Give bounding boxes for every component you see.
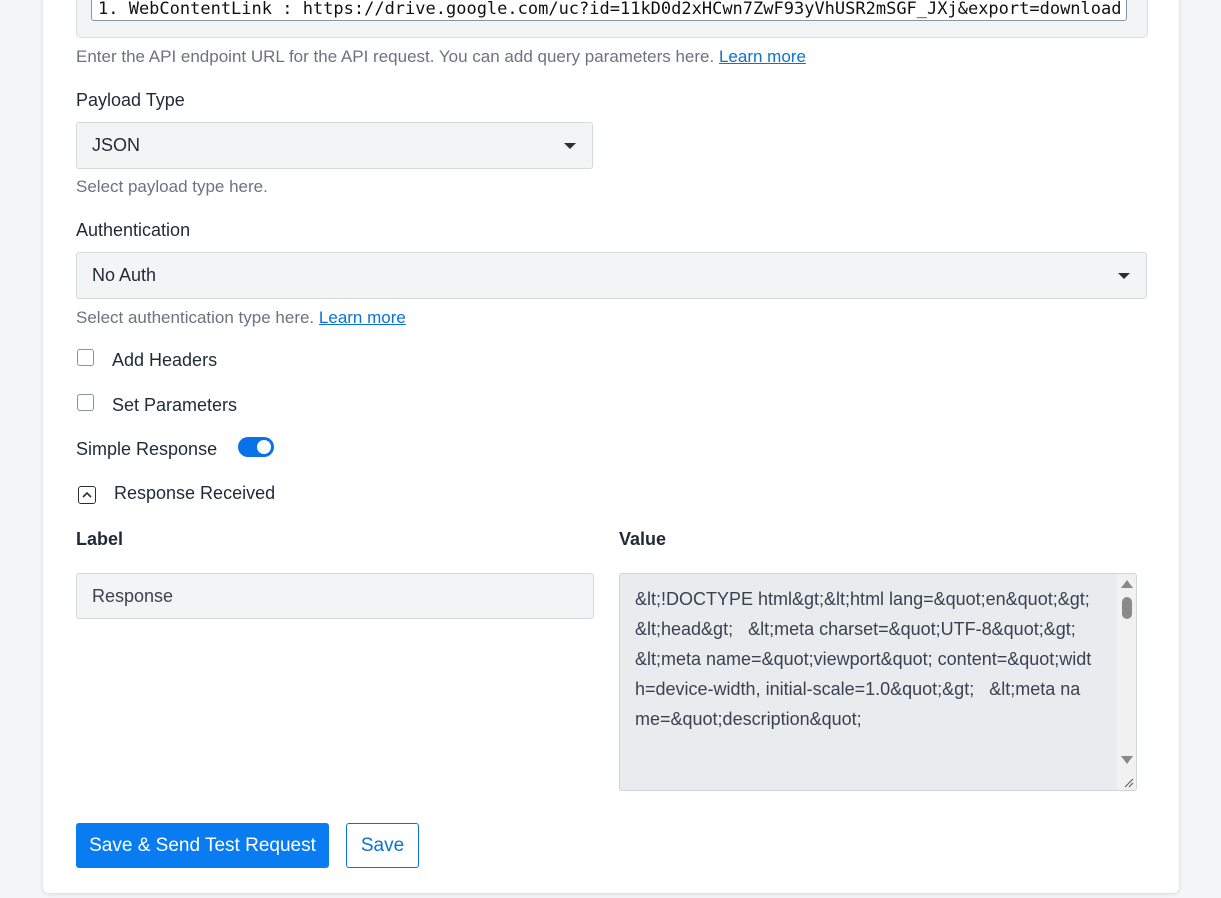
api-url-help: Enter the API endpoint URL for the API r… [76,47,806,67]
textarea-scrollbar[interactable] [1117,574,1136,790]
chevron-down-icon [564,143,576,149]
authentication-learn-more-link[interactable]: Learn more [319,308,406,327]
payload-type-label: Payload Type [76,90,185,110]
scroll-down-arrow-icon[interactable] [1121,756,1133,764]
authentication-label: Authentication [76,220,191,240]
set-parameters-checkbox[interactable] [77,394,94,411]
authentication-help-text: Select authentication type here. [76,308,315,327]
save-button[interactable]: Save [346,823,419,868]
authentication-help: Select authentication type here. Learn m… [76,308,406,328]
webhook-settings-card: 1. WebContentLink : https://drive.google… [43,0,1179,893]
add-headers-label: Add Headers [112,350,218,370]
simple-response-label: Simple Response [76,439,218,459]
collapse-response-button[interactable] [78,486,96,504]
simple-response-toggle[interactable] [238,437,274,457]
label-column-header: Label [76,529,124,549]
api-url-learn-more-link[interactable]: Learn more [719,47,806,66]
api-url-help-text: Enter the API endpoint URL for the API r… [76,47,715,66]
response-value-textarea[interactable]: &lt;!DOCTYPE html&gt;&lt;html lang=&quot… [619,573,1137,791]
set-parameters-label: Set Parameters [112,395,238,415]
toggle-knob [257,440,271,454]
payload-type-select[interactable]: JSON [76,122,593,169]
response-value-text: &lt;!DOCTYPE html&gt;&lt;html lang=&quot… [635,589,1092,729]
payload-type-value: JSON [92,135,141,155]
chevron-down-icon [1118,273,1130,279]
add-headers-checkbox[interactable] [77,349,94,366]
chevron-up-icon [82,491,92,498]
response-label-input[interactable]: Response [76,573,594,619]
api-url-input[interactable]: 1. WebContentLink : https://drive.google… [91,0,1127,21]
resize-handle-icon[interactable] [1122,776,1134,788]
payload-type-help: Select payload type here. [76,177,268,196]
response-received-label: Response Received [114,483,276,503]
scroll-up-arrow-icon[interactable] [1121,580,1133,588]
authentication-value: No Auth [92,265,157,285]
api-url-container: 1. WebContentLink : https://drive.google… [76,0,1148,38]
authentication-select[interactable]: No Auth [76,252,1147,299]
value-column-header: Value [619,529,667,549]
scroll-thumb[interactable] [1122,597,1132,619]
save-and-send-test-request-button[interactable]: Save & Send Test Request [76,823,329,868]
